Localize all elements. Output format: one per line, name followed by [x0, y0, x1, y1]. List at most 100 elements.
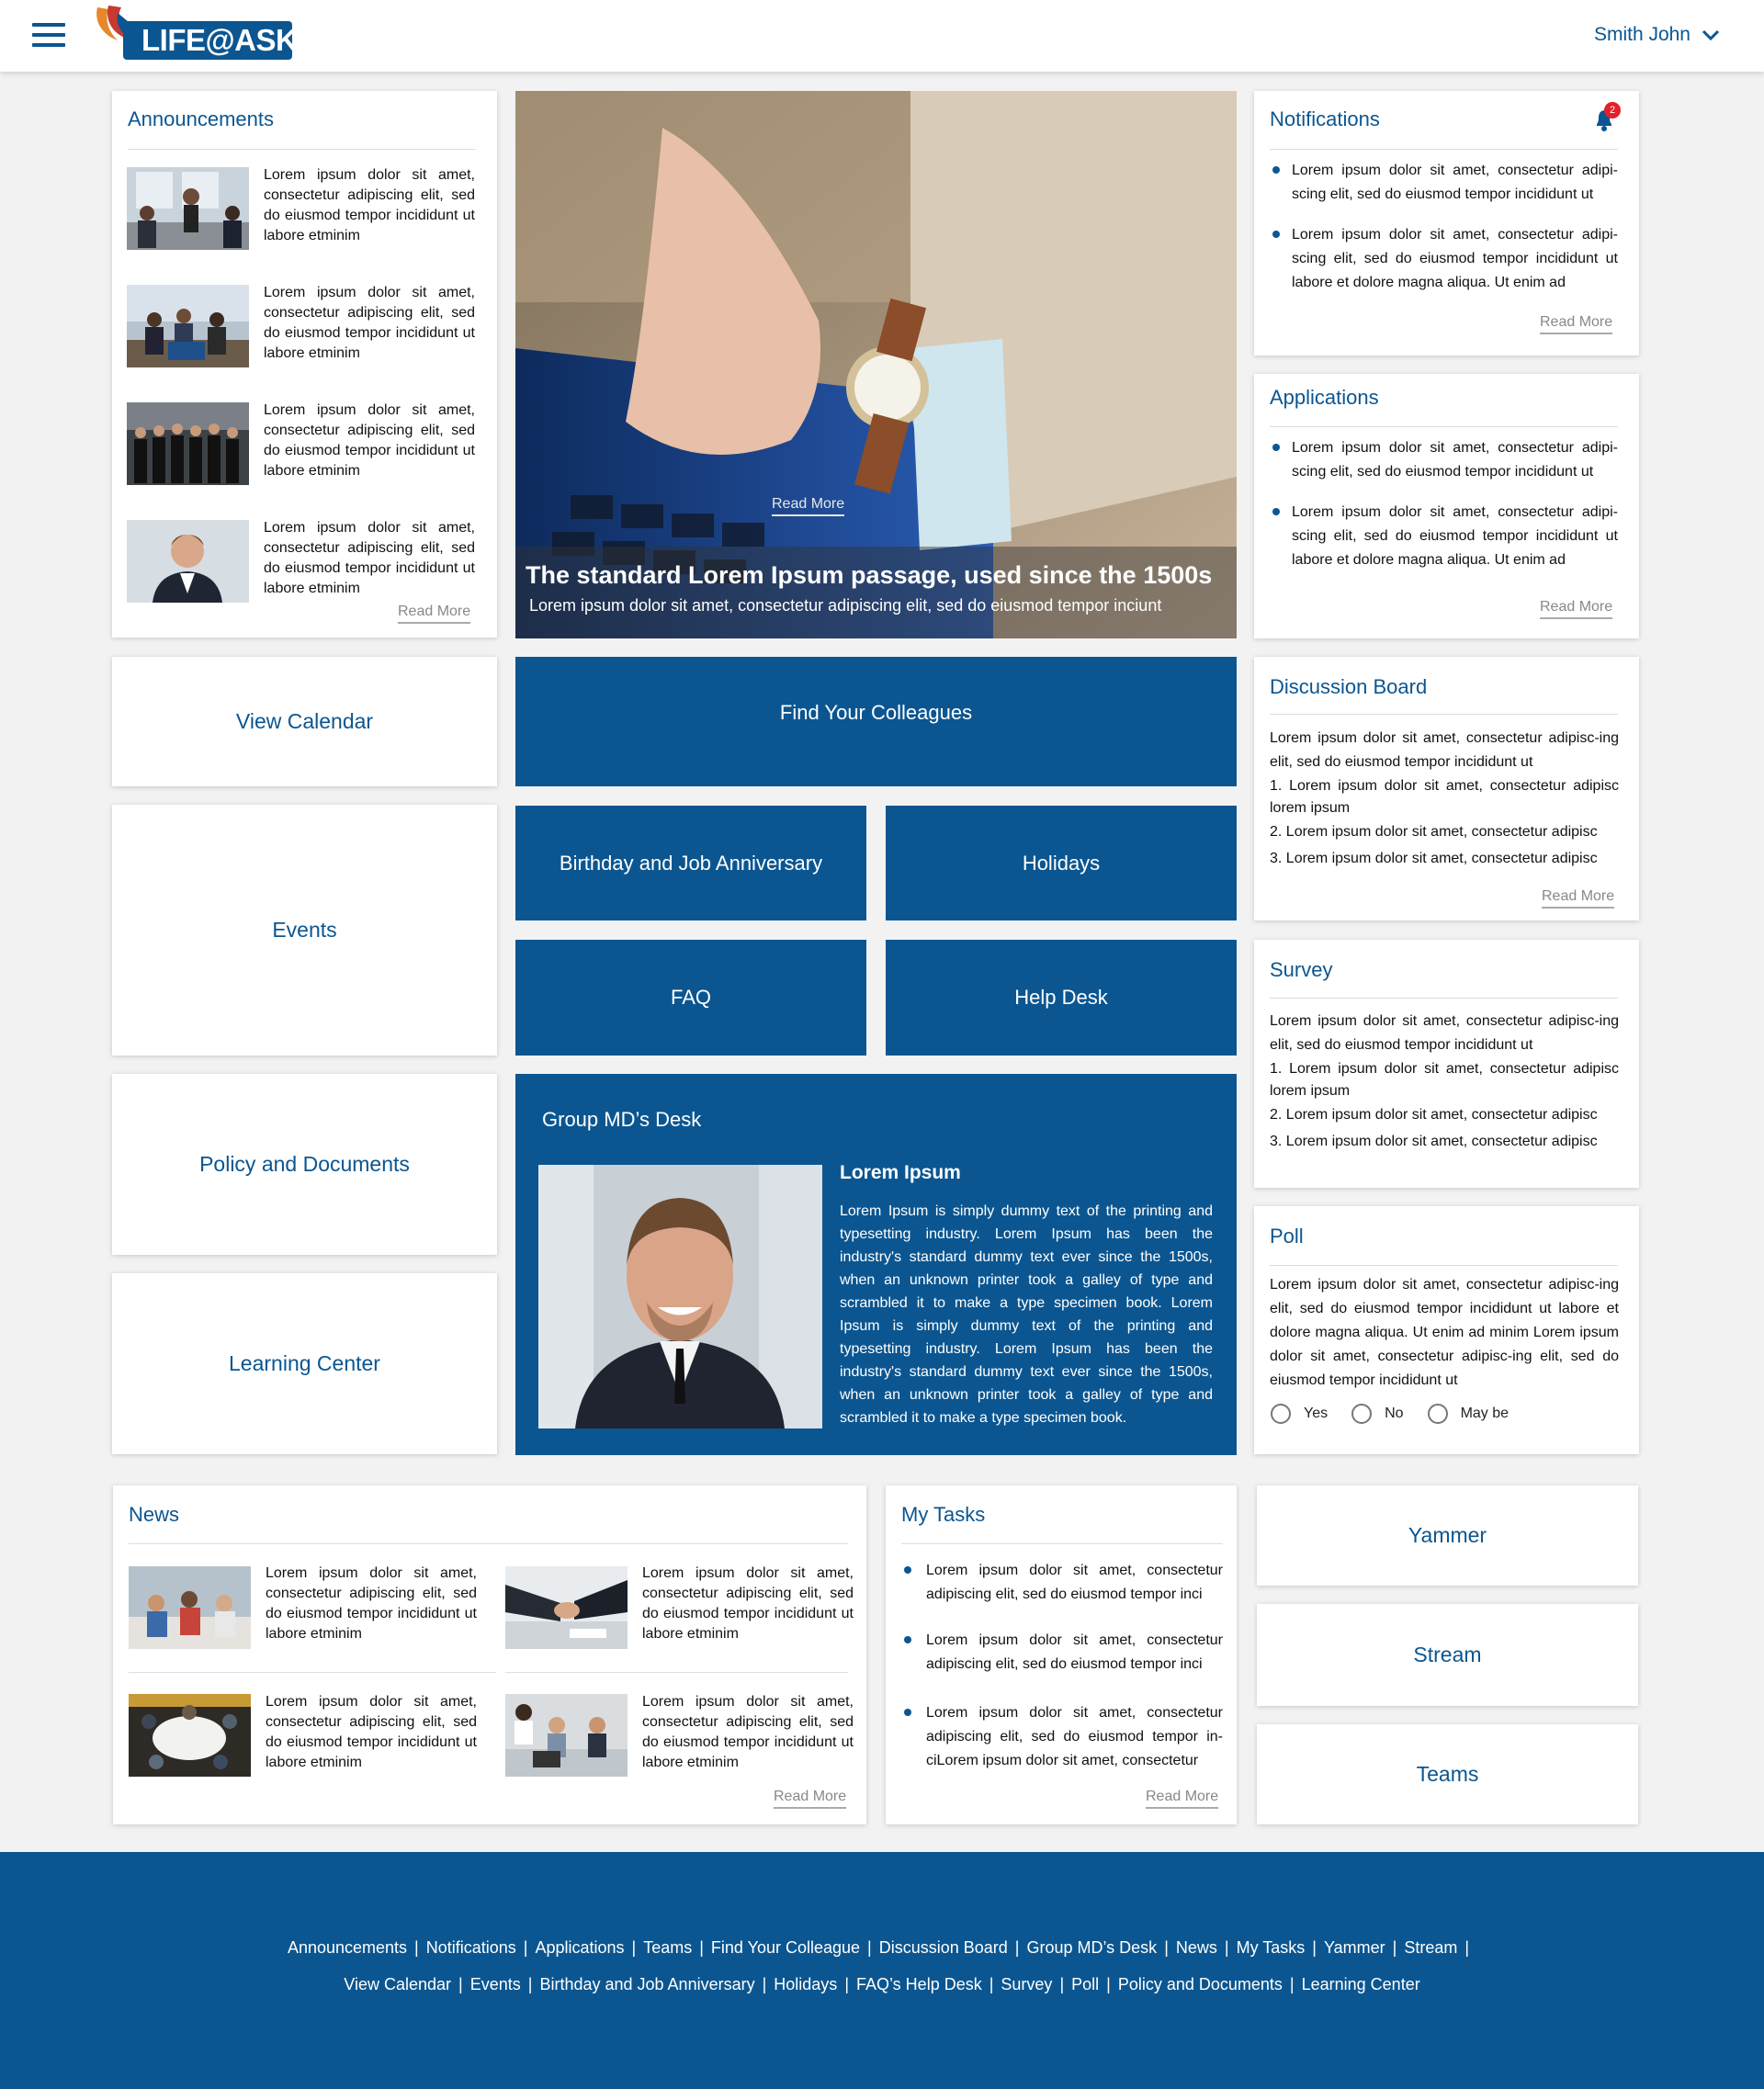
birthday-anniversary-tile[interactable]: Birthday and Job Anniversary [515, 806, 866, 920]
announcement-thumb[interactable] [127, 285, 249, 367]
divider [128, 149, 476, 150]
footer-separator: | [414, 1938, 419, 1957]
footer-link[interactable]: My Tasks [1237, 1938, 1306, 1957]
footer-link[interactable]: Teams [643, 1938, 692, 1957]
announcements-read-more[interactable]: Read More [398, 604, 471, 624]
news-text[interactable]: Lorem ipsum dolor sit amet, consectetur … [266, 1692, 477, 1773]
divider [901, 1543, 1223, 1544]
task-item[interactable]: Lorem ipsum dolor sit amet, consectetur … [926, 1559, 1223, 1607]
bell-icon[interactable]: 2 [1591, 102, 1621, 133]
news-thumb[interactable] [505, 1566, 628, 1649]
survey-item[interactable]: 2. Lorem ipsum dolor sit amet, consectet… [1270, 1105, 1619, 1125]
bullet [904, 1636, 911, 1643]
discussion-title: Discussion Board [1270, 675, 1428, 698]
footer-link[interactable]: Survey [1001, 1975, 1052, 1993]
footer-separator: | [1224, 1938, 1229, 1957]
news-title: News [129, 1503, 180, 1526]
faq-tile[interactable]: FAQ [515, 940, 866, 1056]
divider [1270, 714, 1618, 715]
notifications-read-more[interactable]: Read More [1540, 314, 1613, 334]
news-thumb[interactable] [129, 1566, 251, 1649]
task-item[interactable]: Lorem ipsum dolor sit amet, consectetur … [926, 1629, 1223, 1677]
announcement-text[interactable]: Lorem ipsum dolor sit amet, consectetur … [264, 401, 475, 481]
help-desk-tile[interactable]: Help Desk [886, 940, 1237, 1056]
hero-read-more[interactable]: Read More [772, 496, 845, 516]
footer-link[interactable]: Learning Center [1302, 1975, 1420, 1993]
learning-center-tile[interactable]: Learning Center [112, 1273, 497, 1454]
announcement-thumb[interactable] [127, 520, 249, 603]
poll-option-label: Yes [1304, 1406, 1329, 1421]
tasks-read-more[interactable]: Read More [1146, 1789, 1219, 1809]
user-menu[interactable]: Smith John [1594, 24, 1720, 46]
footer-link[interactable]: Events [470, 1975, 521, 1993]
footer-link[interactable]: View Calendar [344, 1975, 451, 1993]
stream-tile[interactable]: Stream [1257, 1604, 1638, 1706]
radio-button[interactable] [1351, 1404, 1373, 1424]
footer-link[interactable]: Stream [1404, 1938, 1457, 1957]
top-header: LIFE@ASK Smith John [0, 0, 1764, 72]
find-colleagues-tile[interactable]: Find Your Colleagues [515, 657, 1237, 786]
applications-read-more[interactable]: Read More [1540, 599, 1613, 619]
news-read-more[interactable]: Read More [774, 1789, 847, 1809]
survey-item[interactable]: 3. Lorem ipsum dolor sit amet, consectet… [1270, 1132, 1619, 1152]
tasks-title: My Tasks [901, 1503, 986, 1526]
announcement-text[interactable]: Lorem ipsum dolor sit amet, consectetur … [264, 165, 475, 246]
footer-separator: | [1164, 1938, 1169, 1957]
discussion-item[interactable]: 2. Lorem ipsum dolor sit amet, consectet… [1270, 822, 1619, 842]
footer-link[interactable]: Applications [535, 1938, 624, 1957]
footer-separator: | [1014, 1938, 1020, 1957]
news-thumb[interactable] [505, 1694, 628, 1777]
poll-options: Yes No May be [1271, 1404, 1532, 1424]
chevron-down-icon [1702, 29, 1720, 41]
announcement-thumb[interactable] [127, 402, 249, 485]
view-calendar-tile[interactable]: View Calendar [112, 657, 497, 786]
footer-link[interactable]: Find Your Colleague [711, 1938, 860, 1957]
footer-link[interactable]: Birthday and Job Anniversary [539, 1975, 754, 1993]
hero-banner[interactable]: Read More The standard Lorem Ipsum passa… [515, 91, 1237, 638]
news-thumb[interactable] [129, 1694, 251, 1777]
footer-separator: | [989, 1975, 994, 1993]
survey-item[interactable]: 1. Lorem ipsum dolor sit amet, consectet… [1270, 1058, 1619, 1102]
footer-link[interactable]: Poll [1071, 1975, 1099, 1993]
md-desk-title: Group MD’s Desk [542, 1108, 702, 1131]
footer-link[interactable]: Policy and Documents [1118, 1975, 1283, 1993]
discussion-item[interactable]: 1. Lorem ipsum dolor sit amet, consectet… [1270, 775, 1619, 819]
discussion-item[interactable]: 3. Lorem ipsum dolor sit amet, consectet… [1270, 849, 1619, 869]
poll-option-yes[interactable]: Yes [1271, 1404, 1328, 1424]
applications-card: Applications Lorem ipsum dolor sit amet,… [1254, 374, 1639, 638]
footer-link[interactable]: Yammer [1324, 1938, 1385, 1957]
footer-link[interactable]: Holidays [774, 1975, 837, 1993]
notification-item[interactable]: Lorem ipsum dolor sit amet, consectetur … [1292, 223, 1618, 295]
policy-documents-tile[interactable]: Policy and Documents [112, 1074, 497, 1255]
news-text[interactable]: Lorem ipsum dolor sit amet, consectetur … [642, 1692, 854, 1773]
news-text[interactable]: Lorem ipsum dolor sit amet, consectetur … [642, 1564, 854, 1644]
radio-button[interactable] [1271, 1404, 1291, 1424]
footer-link[interactable]: FAQ’s Help Desk [856, 1975, 982, 1993]
discussion-read-more[interactable]: Read More [1542, 888, 1615, 909]
footer-link[interactable]: Group MD’s Desk [1026, 1938, 1157, 1957]
footer-link[interactable]: Discussion Board [879, 1938, 1008, 1957]
announcement-text[interactable]: Lorem ipsum dolor sit amet, consectetur … [264, 283, 475, 364]
hamburger-menu-icon[interactable] [32, 23, 65, 49]
task-item[interactable]: Lorem ipsum dolor sit amet, consectetur … [926, 1701, 1223, 1773]
user-name: Smith John [1593, 24, 1690, 45]
news-text[interactable]: Lorem ipsum dolor sit amet, consectetur … [266, 1564, 477, 1644]
logo[interactable]: LIFE@ASK [90, 4, 298, 61]
notification-item[interactable]: Lorem ipsum dolor sit amet, consectetur … [1292, 159, 1618, 207]
holidays-tile[interactable]: Holidays [886, 806, 1237, 920]
announcement-text[interactable]: Lorem ipsum dolor sit amet, consectetur … [264, 518, 475, 599]
events-tile[interactable]: Events [112, 805, 497, 1056]
application-item[interactable]: Lorem ipsum dolor sit amet, consectetur … [1292, 436, 1618, 484]
application-item[interactable]: Lorem ipsum dolor sit amet, consectetur … [1292, 501, 1618, 572]
radio-button[interactable] [1427, 1404, 1448, 1424]
footer-link[interactable]: Announcements [288, 1938, 407, 1957]
poll-option-maybe[interactable]: May be [1427, 1404, 1509, 1424]
bullet [904, 1709, 911, 1716]
teams-tile[interactable]: Teams [1257, 1724, 1638, 1824]
footer-link[interactable]: News [1176, 1938, 1217, 1957]
announcement-thumb[interactable] [127, 167, 249, 250]
poll-option-no[interactable]: No [1351, 1404, 1404, 1424]
footer-link[interactable]: Notifications [426, 1938, 516, 1957]
yammer-tile[interactable]: Yammer [1257, 1485, 1638, 1586]
footer-separator: | [1312, 1938, 1317, 1957]
